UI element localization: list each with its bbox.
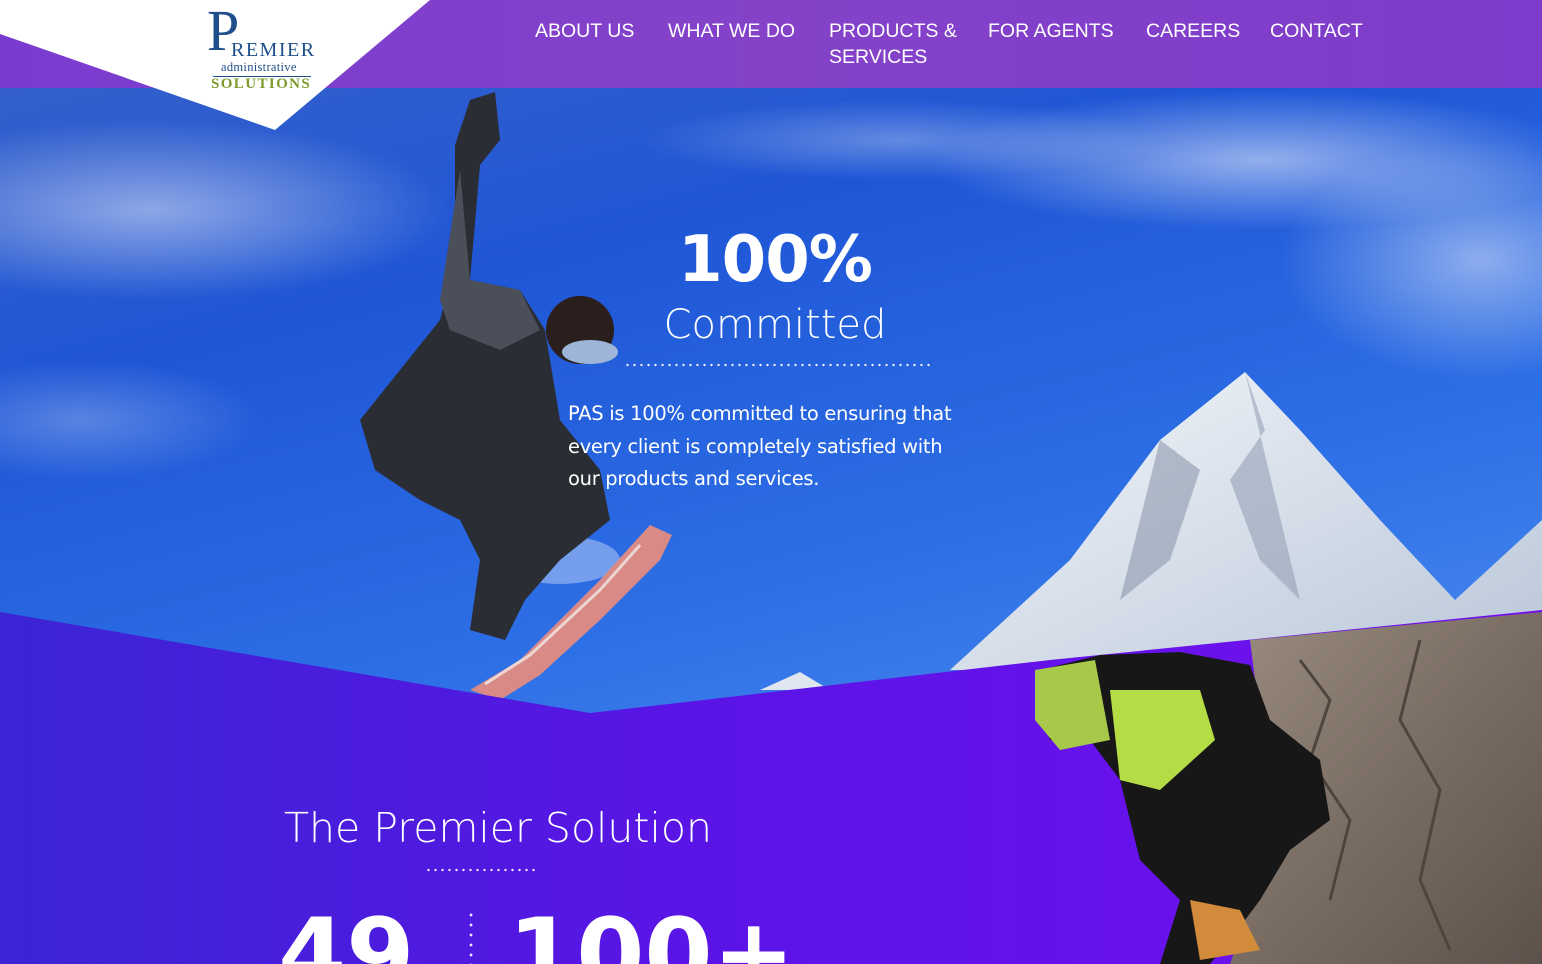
hero-stat-label: Committed	[663, 302, 887, 348]
section-title: The Premier Solution	[284, 804, 712, 852]
logo-subtitle: administrative	[221, 60, 297, 74]
logo-panel: P REMIER administrative SOLUTIONS	[0, 0, 440, 135]
dotted-divider	[624, 363, 930, 367]
nav-about-us[interactable]: ABOUT US	[535, 18, 634, 44]
logo-wordmark: REMIER	[231, 39, 316, 61]
nav-what-we-do[interactable]: WHAT WE DO	[668, 18, 795, 44]
section-dotted-divider	[425, 868, 539, 872]
site-logo[interactable]: P REMIER administrative SOLUTIONS	[205, 2, 316, 94]
nav-for-agents[interactable]: FOR AGENTS	[988, 18, 1114, 44]
stat-number-1: 49	[278, 898, 415, 964]
hero-description: PAS is 100% committed to ensuring that e…	[568, 402, 952, 490]
nav-contact[interactable]: CONTACT	[1270, 18, 1363, 44]
stat-separator	[469, 910, 473, 964]
nav-products-services[interactable]: PRODUCTS & SERVICES	[829, 18, 969, 70]
hero-stat: 100%	[678, 223, 873, 297]
stat-number-2: 100+	[508, 898, 795, 964]
nav-careers[interactable]: CAREERS	[1146, 18, 1240, 44]
logo-solutions: SOLUTIONS	[211, 76, 312, 92]
